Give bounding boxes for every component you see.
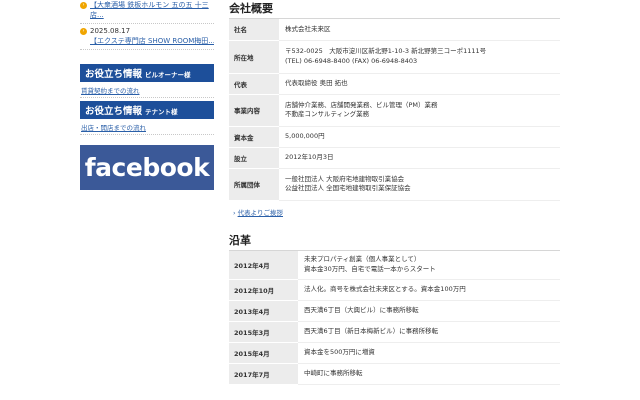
history-date: 2015年3月 <box>229 321 298 343</box>
sidebar: › 【大衆酒場 鉄板ホルモン 五の五 十三店... › 2025.08.17 【… <box>80 0 214 190</box>
facebook-logo: facebook <box>84 153 210 182</box>
value-line: 〒532-0025 大阪市淀川区新北野1-10-3 新北野第三コーポ1111号 <box>285 47 487 55</box>
table-row: 事業内容 店舗仲介業務、店舗開発業務、ビル管理（PM）業務 不動産コンサルティン… <box>229 94 560 127</box>
history-line: 西天満6丁目（新日本梅新ビル）に事務所移転 <box>304 327 439 336</box>
company-table: 社名 株式会社未来区 所在地 〒532-0025 大阪市淀川区新北野1-10-3… <box>229 19 560 201</box>
ceo-greeting-link[interactable]: 代表よりご挨拶 <box>229 207 560 221</box>
table-row: 2013年4月 西天満6丁目（大興ビル）に事務所移転 <box>229 300 560 322</box>
value-line: 2012年10月3日 <box>285 152 334 161</box>
history-text: 未来プロパティ創業（個人事業として） 資本金30万円、自宅で電話一本からスタート <box>298 250 560 280</box>
table-row: 所属団体 一般社団法人 大阪府宅地建物取引業協会 公益社団法人 全国宅地建物取引… <box>229 168 560 201</box>
value-line: 店舗仲介業務、店舗開発業務、ビル管理（PM）業務 <box>285 100 438 109</box>
info-header-sub: ビルオーナー様 <box>145 71 191 79</box>
row-label: 所在地 <box>229 40 279 74</box>
table-row: 代表 代表取締役 奥田 拓也 <box>229 73 560 95</box>
row-label: 代表 <box>229 73 279 95</box>
row-value: 一般社団法人 大阪府宅地建物取引業協会 公益社団法人 全国宅地建物取引業保証協会 <box>279 168 560 201</box>
value-line: 5,000,000円 <box>285 131 325 140</box>
history-date: 2015年4月 <box>229 342 298 364</box>
history-date: 2012年10月 <box>229 279 298 301</box>
row-value: 店舗仲介業務、店舗開発業務、ビル管理（PM）業務 不動産コンサルティング業務 <box>279 94 560 127</box>
value-line: 代表取締役 奥田 拓也 <box>285 78 348 87</box>
arrow-right-icon: › <box>80 2 87 9</box>
arrow-right-icon: › <box>80 28 87 35</box>
row-label: 資本金 <box>229 126 279 148</box>
history-text: 法人化。商号を株式会社未来区とする。資本金100万円 <box>298 279 560 301</box>
history-text: 西天満6丁目（新日本梅新ビル）に事務所移転 <box>298 321 560 343</box>
history-date: 2017年7月 <box>229 363 298 385</box>
news-date: 2025.08.17 <box>90 27 131 35</box>
table-row: 2012年10月 法人化。商号を株式会社未来区とする。資本金100万円 <box>229 279 560 301</box>
history-text: 中崎町に事務所移転 <box>298 363 560 385</box>
info-header-title: お役立ち情報 <box>85 106 143 117</box>
row-label: 所属団体 <box>229 168 279 201</box>
history-date: 2012年4月 <box>229 250 298 280</box>
table-row: 2015年4月 資本金を500万円に増資 <box>229 342 560 364</box>
row-value: 5,000,000円 <box>279 126 560 148</box>
news-item[interactable]: › 2025.08.17 【エクステ専門店 SHOW ROOM梅田... <box>80 24 214 50</box>
row-label: 設立 <box>229 147 279 169</box>
info-header-title: お役立ち情報 <box>85 69 143 80</box>
company-overview-title: 会社概要 <box>229 0 560 19</box>
history-line: 未来プロパティ創業（個人事業として） <box>304 255 421 264</box>
history-line: 西天満6丁目（大興ビル）に事務所移転 <box>304 306 419 315</box>
table-row: 2017年7月 中崎町に事務所移転 <box>229 363 560 385</box>
value-line: 不動産コンサルティング業務 <box>285 110 370 118</box>
info-header-owner: お役立ち情報 ビルオーナー様 <box>80 64 214 82</box>
history-line: 資本金30万円、自宅で電話一本からスタート <box>304 264 436 273</box>
table-row: 2015年3月 西天満6丁目（新日本梅新ビル）に事務所移転 <box>229 321 560 343</box>
row-value: 株式会社未来区 <box>279 19 560 41</box>
value-line: (TEL) 06-6948-8400 (FAX) 06-6948-8403 <box>285 56 418 65</box>
history-table: 2012年4月 未来プロパティ創業（個人事業として） 資本金30万円、自宅で電話… <box>229 250 560 385</box>
row-label: 社名 <box>229 19 279 41</box>
history-title: 沿革 <box>229 232 560 251</box>
table-row: 2012年4月 未来プロパティ創業（個人事業として） 資本金30万円、自宅で電話… <box>229 250 560 280</box>
news-title-link[interactable]: 【エクステ専門店 SHOW ROOM梅田... <box>90 36 214 46</box>
info-header-tenant: お役立ち情報 テナント様 <box>80 101 214 119</box>
history-line: 資本金を500万円に増資 <box>304 348 375 357</box>
history-date: 2013年4月 <box>229 300 298 322</box>
history-line: 法人化。商号を株式会社未来区とする。資本金100万円 <box>304 285 466 294</box>
table-row: 設立 2012年10月3日 <box>229 147 560 169</box>
table-row: 資本金 5,000,000円 <box>229 126 560 148</box>
store-opening-flow-link[interactable]: 出店・開店までの流れ <box>80 119 214 135</box>
rental-contract-flow-link[interactable]: 賃貸契約までの流れ <box>80 82 214 98</box>
row-value: 代表取締役 奥田 拓也 <box>279 73 560 95</box>
history-line: 中崎町に事務所移転 <box>304 369 363 378</box>
main-content: 会社概要 社名 株式会社未来区 所在地 〒532-0025 大阪市淀川区新北野1… <box>229 0 560 385</box>
row-value: 2012年10月3日 <box>279 147 560 169</box>
table-row: 社名 株式会社未来区 <box>229 19 560 41</box>
info-header-sub: テナント様 <box>145 108 178 116</box>
news-title-link[interactable]: 【大衆酒場 鉄板ホルモン 五の五 十三店... <box>90 0 214 20</box>
value-line: 公益社団法人 全国宅地建物取引業保証協会 <box>285 184 411 192</box>
value-line: 一般社団法人 大阪府宅地建物取引業協会 <box>285 174 405 183</box>
news-item[interactable]: › 【大衆酒場 鉄板ホルモン 五の五 十三店... <box>80 0 214 24</box>
table-row: 所在地 〒532-0025 大阪市淀川区新北野1-10-3 新北野第三コーポ11… <box>229 40 560 74</box>
history-text: 西天満6丁目（大興ビル）に事務所移転 <box>298 300 560 322</box>
row-label: 事業内容 <box>229 94 279 127</box>
facebook-banner[interactable]: facebook <box>80 145 214 190</box>
history-text: 資本金を500万円に増資 <box>298 342 560 364</box>
row-value: 〒532-0025 大阪市淀川区新北野1-10-3 新北野第三コーポ1111号 … <box>279 40 560 74</box>
value-line: 株式会社未来区 <box>285 24 331 33</box>
